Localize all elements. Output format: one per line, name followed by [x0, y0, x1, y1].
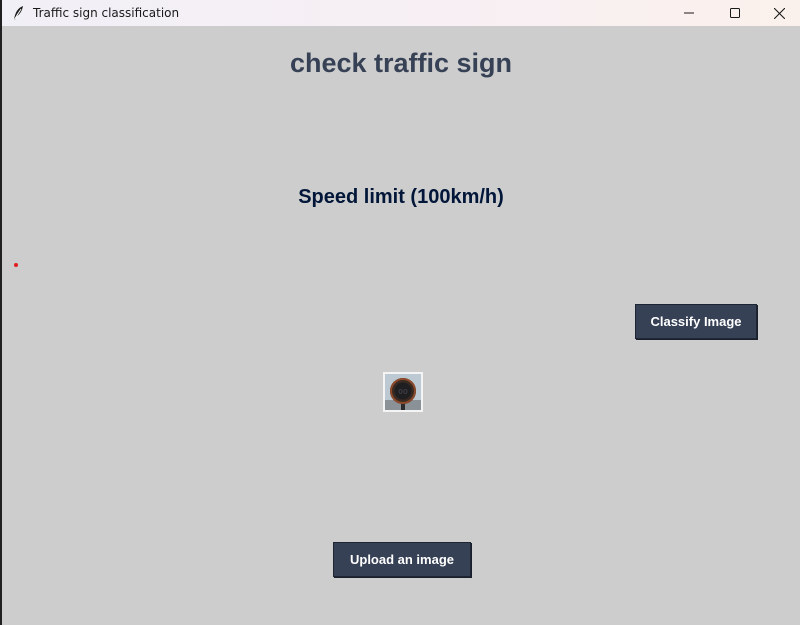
- maximize-icon: [730, 8, 740, 18]
- uploaded-sign-thumbnail: 00: [383, 372, 423, 412]
- feather-icon: [12, 5, 26, 21]
- svg-text:00: 00: [398, 388, 408, 396]
- minimize-icon: [684, 8, 694, 18]
- close-button[interactable]: [756, 0, 800, 26]
- upload-image-button[interactable]: Upload an image: [333, 542, 471, 577]
- minimize-button[interactable]: [666, 0, 712, 26]
- window-title: Traffic sign classification: [33, 6, 180, 20]
- red-marker-dot: [14, 263, 18, 267]
- close-icon: [773, 7, 785, 19]
- page-heading: check traffic sign: [289, 48, 513, 78]
- classification-result: Speed limit (100km/h): [298, 186, 504, 208]
- maximize-button[interactable]: [712, 0, 758, 26]
- title-bar[interactable]: Traffic sign classification: [2, 0, 800, 26]
- classify-image-button[interactable]: Classify Image: [635, 304, 757, 339]
- app-window: Traffic sign classification check traffi…: [2, 0, 800, 625]
